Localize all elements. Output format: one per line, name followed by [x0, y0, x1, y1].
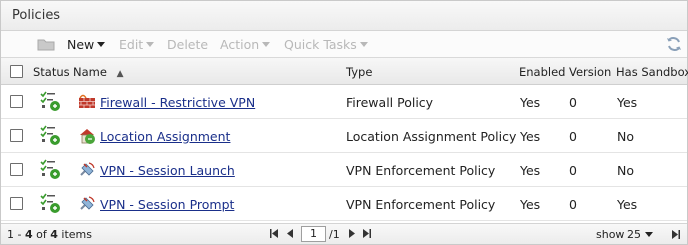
row-checkbox[interactable]	[10, 163, 23, 176]
quick-tasks-button[interactable]: Quick Tasks	[284, 37, 368, 52]
column-header-has-sandbox[interactable]: Has Sandbox	[616, 65, 688, 79]
policy-name-link[interactable]: VPN - Session Launch	[100, 163, 235, 178]
policy-has-sandbox: No	[617, 129, 634, 144]
table-header: Status Name ▲ Type Enabled Version Has S…	[1, 58, 688, 85]
new-button[interactable]: New	[67, 37, 106, 52]
policy-name-link[interactable]: VPN - Session Prompt	[100, 197, 234, 212]
last-page-shortcut-icon[interactable]	[671, 229, 681, 240]
first-page-icon[interactable]	[269, 228, 279, 239]
table-row[interactable]: Firewall - Restrictive VPN Firewall Poli…	[1, 85, 687, 119]
policy-has-sandbox: Yes	[617, 197, 638, 212]
sort-ascending-icon: ▲	[116, 69, 124, 79]
row-checkbox[interactable]	[10, 129, 23, 142]
vpn-satellite-icon	[80, 162, 95, 176]
policy-name-link[interactable]: Location Assignment	[100, 129, 230, 144]
column-header-version[interactable]: Version	[569, 65, 611, 79]
status-checklist-icon	[40, 193, 60, 213]
policy-type: VPN Enforcement Policy	[346, 163, 496, 178]
table-row[interactable]: VPN - Session Prompt VPN Enforcement Pol…	[1, 187, 687, 221]
policy-enabled: Yes	[520, 163, 541, 178]
policy-enabled: Yes	[520, 95, 541, 110]
chevron-down-icon	[359, 42, 368, 47]
delete-button[interactable]: Delete	[167, 37, 208, 52]
edit-button-label: Edit	[119, 37, 144, 52]
chevron-down-icon	[97, 42, 106, 47]
chevron-down-icon	[645, 231, 653, 237]
panel-title: Policies	[12, 8, 61, 23]
refresh-icon[interactable]	[665, 35, 683, 53]
item-count: 1 - 4 of 4 items	[7, 228, 92, 241]
vpn-satellite-icon	[80, 196, 95, 210]
last-page-icon[interactable]	[362, 228, 372, 239]
toolbar: New Edit Delete Action Quick Tasks	[1, 31, 687, 58]
policy-enabled: Yes	[520, 129, 541, 144]
column-header-name[interactable]: Name ▲	[73, 65, 124, 79]
table-row[interactable]: Location Assignment Location Assignment …	[1, 119, 687, 153]
status-checklist-icon	[40, 159, 60, 179]
of-label: of	[32, 228, 51, 241]
column-header-name-label: Name	[73, 65, 107, 79]
policy-name-link[interactable]: Firewall - Restrictive VPN	[100, 95, 255, 110]
items-label: items	[57, 228, 92, 241]
page-size-value: 25	[627, 228, 641, 241]
policies-panel: Policies New Edit Delete Action Quick Ta…	[0, 0, 688, 245]
policy-type: VPN Enforcement Policy	[346, 197, 496, 212]
page-number-input[interactable]: 1	[301, 226, 326, 242]
policy-version: 0	[569, 129, 577, 144]
status-checklist-icon	[40, 125, 60, 145]
policy-enabled: Yes	[520, 197, 541, 212]
column-header-type[interactable]: Type	[346, 65, 372, 79]
action-button-label: Action	[220, 37, 260, 52]
status-checklist-icon	[40, 91, 60, 111]
row-checkbox[interactable]	[10, 197, 23, 210]
range-start: 1	[7, 228, 14, 241]
row-checkbox[interactable]	[10, 95, 23, 108]
action-button[interactable]: Action	[220, 37, 271, 52]
column-header-enabled[interactable]: Enabled	[519, 65, 565, 79]
policy-type: Firewall Policy	[346, 95, 434, 110]
policy-type: Location Assignment Policy	[346, 129, 517, 144]
policy-version: 0	[569, 163, 577, 178]
firewall-brick-icon	[79, 94, 95, 108]
location-house-icon	[80, 129, 95, 144]
range-end: 4	[24, 228, 33, 241]
edit-button[interactable]: Edit	[119, 37, 155, 52]
page-total: /1	[329, 228, 340, 241]
policy-has-sandbox: Yes	[617, 95, 638, 110]
policy-has-sandbox: No	[617, 163, 634, 178]
policy-version: 0	[569, 197, 577, 212]
range-separator: -	[14, 228, 25, 241]
show-label: show	[596, 228, 625, 241]
total-count: 4	[50, 228, 58, 241]
select-all-checkbox[interactable]	[10, 65, 23, 78]
quick-tasks-label: Quick Tasks	[284, 37, 357, 52]
new-button-label: New	[67, 37, 95, 52]
page-size-select[interactable]: 25	[627, 228, 653, 241]
table-row[interactable]: VPN - Session Launch VPN Enforcement Pol…	[1, 153, 687, 187]
policy-version: 0	[569, 95, 577, 110]
table-body: Firewall - Restrictive VPN Firewall Poli…	[1, 85, 687, 221]
chevron-down-icon	[262, 42, 271, 47]
panel-header: Policies	[1, 1, 687, 31]
column-header-status[interactable]: Status	[33, 65, 70, 79]
chevron-down-icon	[146, 42, 155, 47]
previous-page-icon[interactable]	[285, 228, 295, 239]
next-page-icon[interactable]	[347, 228, 357, 239]
folder-icon	[37, 39, 55, 51]
pagination-footer: 1 - 4 of 4 items 1 /1 show 25	[1, 223, 687, 244]
